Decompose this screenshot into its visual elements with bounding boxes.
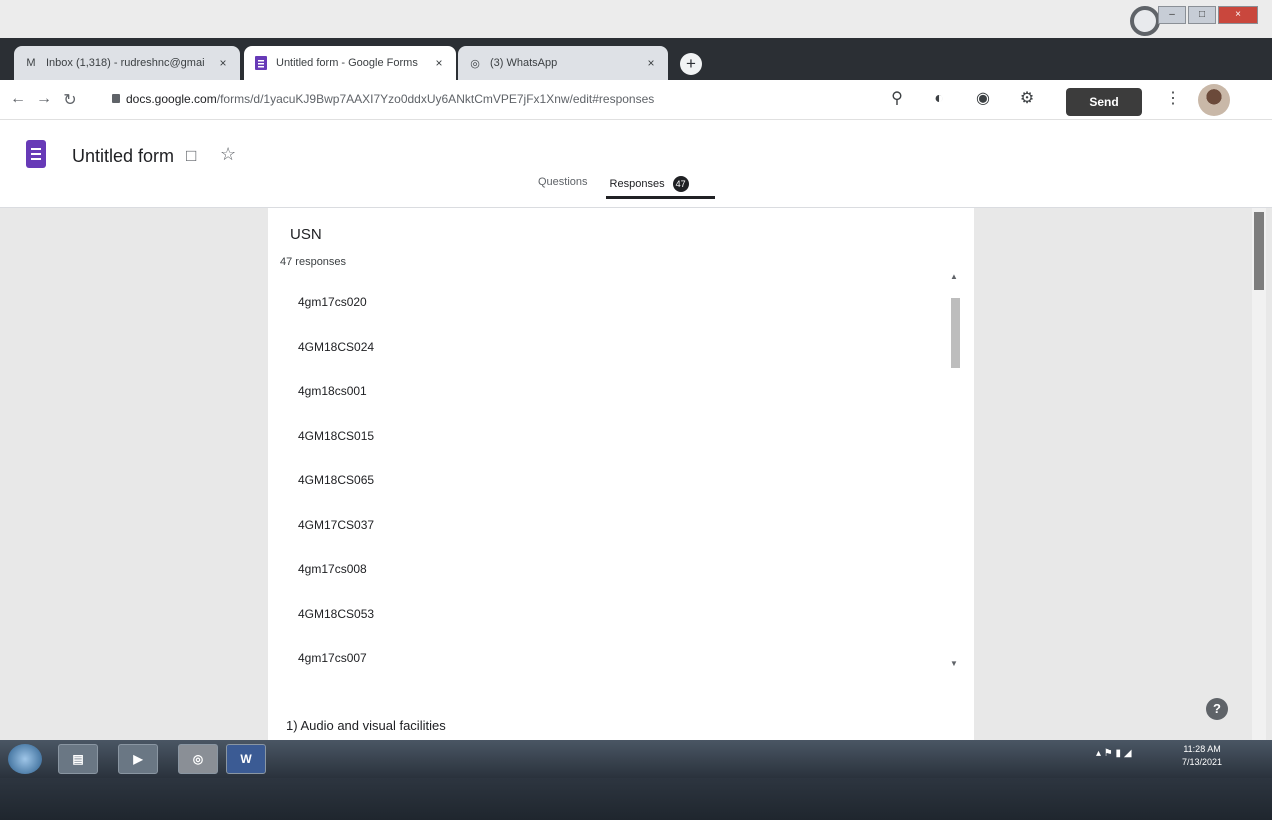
- question-summary-card: USN 47 responses 4gm17cs020 4GM18CS024 4…: [268, 208, 974, 740]
- scroll-down-arrow-icon[interactable]: ▼: [950, 659, 958, 668]
- question-title: USN: [290, 226, 322, 243]
- tab-title: Inbox (1,318) - rudreshnc@gmai: [46, 57, 205, 69]
- screen: M Inbox (1,318) - rudreshnc@gmai × Untit…: [0, 0, 1272, 820]
- forms-header: Untitled form □ ☆ Questions Responses 47: [0, 120, 1272, 208]
- tab-google-forms[interactable]: Untitled form - Google Forms ×: [244, 46, 456, 80]
- url-path: /forms/d/1yacuKJ9Bwp7AAXI7Yzo0ddxUy6ANkt…: [216, 92, 655, 106]
- list-item: 4GM18CS053: [298, 606, 375, 621]
- whatsapp-icon: ◎: [470, 57, 480, 70]
- scrollbar-thumb[interactable]: [951, 298, 960, 368]
- tab-questions[interactable]: Questions: [538, 176, 588, 192]
- taskbar-bar: ▤ ▶ ◎ W ▴ ⚑ ▮ ◢ 11:28 AM 7/13/2021: [0, 740, 1272, 778]
- clock-time: 11:28 AM: [1183, 744, 1221, 754]
- file-explorer-icon[interactable]: ▤: [58, 744, 98, 774]
- list-item: 4GM18CS015: [298, 428, 375, 443]
- list-item: 4gm17cs020: [298, 295, 367, 309]
- browser-profile-icon[interactable]: [1130, 6, 1160, 36]
- response-count-badge: 47: [672, 176, 689, 192]
- browser-tab-strip: M Inbox (1,318) - rudreshnc@gmai × Untit…: [0, 38, 1272, 80]
- settings-gear-icon[interactable]: ⚙: [1016, 88, 1038, 110]
- page-scrollbar[interactable]: [1252, 208, 1266, 740]
- close-icon[interactable]: ×: [216, 56, 230, 70]
- scroll-up-arrow-icon[interactable]: ▲: [950, 272, 958, 281]
- start-button[interactable]: [8, 744, 42, 774]
- media-player-icon[interactable]: ▶: [118, 744, 158, 774]
- page-scrollbar-thumb[interactable]: [1254, 212, 1264, 290]
- tab-title: (3) WhatsApp: [490, 57, 558, 69]
- next-question-title: 1) Audio and visual facilities: [286, 718, 446, 733]
- gmail-icon: M: [26, 57, 36, 69]
- maximize-button[interactable]: □: [1188, 6, 1216, 24]
- window-controls: – □ ×: [1158, 6, 1258, 24]
- minimize-button[interactable]: –: [1158, 6, 1186, 24]
- forward-arrow-icon[interactable]: →: [34, 90, 54, 108]
- response-list-scrollbar[interactable]: ▲ ▼: [948, 272, 962, 668]
- list-item: 4GM18CS065: [298, 473, 375, 487]
- close-icon[interactable]: ×: [644, 56, 658, 70]
- tab-responses-label: Responses: [609, 177, 665, 190]
- form-tabs: Questions Responses 47: [538, 176, 715, 199]
- tab-whatsapp[interactable]: ◎ (3) WhatsApp ×: [458, 46, 668, 80]
- addon-puzzle-icon[interactable]: ⚲: [886, 88, 908, 110]
- tab-responses[interactable]: Responses 47: [605, 176, 715, 199]
- more-options-icon[interactable]: ⋮: [1162, 88, 1184, 110]
- list-item: 4gm17cs008: [298, 562, 367, 576]
- lock-icon: [112, 94, 120, 103]
- close-window-button[interactable]: ×: [1218, 6, 1258, 24]
- system-tray[interactable]: ▴ ⚑ ▮ ◢: [1096, 748, 1132, 759]
- responses-content: USN 47 responses 4gm17cs020 4GM18CS024 4…: [0, 208, 1272, 740]
- address-bar[interactable]: docs.google.com/forms/d/1yacuKJ9Bwp7AAXI…: [112, 92, 654, 106]
- chrome-icon[interactable]: ◎: [178, 744, 218, 774]
- word-icon[interactable]: W: [226, 744, 266, 774]
- clock-date: 7/13/2021: [1182, 757, 1223, 767]
- browser-toolbar: ← → ↻ docs.google.com/forms/d/1yacuKJ9Bw…: [0, 80, 1272, 120]
- help-icon[interactable]: ?: [1206, 698, 1228, 720]
- list-item: 4GM18CS024: [298, 339, 375, 354]
- tab-gmail[interactable]: M Inbox (1,318) - rudreshnc@gmai ×: [14, 46, 240, 80]
- palette-icon[interactable]: ◐: [928, 88, 950, 110]
- form-title[interactable]: Untitled form: [72, 146, 174, 167]
- list-item: 4GM17CS037: [298, 517, 375, 532]
- taskbar-clock[interactable]: 11:28 AM 7/13/2021: [1182, 743, 1222, 769]
- avatar[interactable]: [1198, 84, 1230, 116]
- url-host: docs.google.com: [126, 92, 217, 106]
- tab-title: Untitled form - Google Forms: [276, 57, 418, 69]
- list-item: 4gm17cs007: [298, 651, 367, 665]
- reload-icon[interactable]: ↻: [60, 90, 80, 110]
- response-list[interactable]: 4gm17cs020 4GM18CS024 4gm18cs001 4GM18CS…: [298, 292, 938, 672]
- preview-eye-icon[interactable]: ◉: [972, 88, 994, 110]
- send-button[interactable]: Send: [1066, 88, 1142, 116]
- forms-logo-icon[interactable]: [26, 140, 46, 168]
- back-arrow-icon[interactable]: ←: [8, 90, 28, 108]
- star-icon[interactable]: ☆: [220, 144, 236, 165]
- forms-icon: [254, 56, 268, 70]
- close-icon[interactable]: ×: [432, 56, 446, 70]
- folder-icon[interactable]: □: [186, 146, 196, 166]
- new-tab-button[interactable]: +: [680, 53, 702, 75]
- windows-taskbar: ▤ ▶ ◎ W ▴ ⚑ ▮ ◢ 11:28 AM 7/13/2021: [0, 740, 1272, 820]
- list-item: 4gm18cs001: [298, 384, 367, 398]
- response-count: 47 responses: [280, 256, 347, 268]
